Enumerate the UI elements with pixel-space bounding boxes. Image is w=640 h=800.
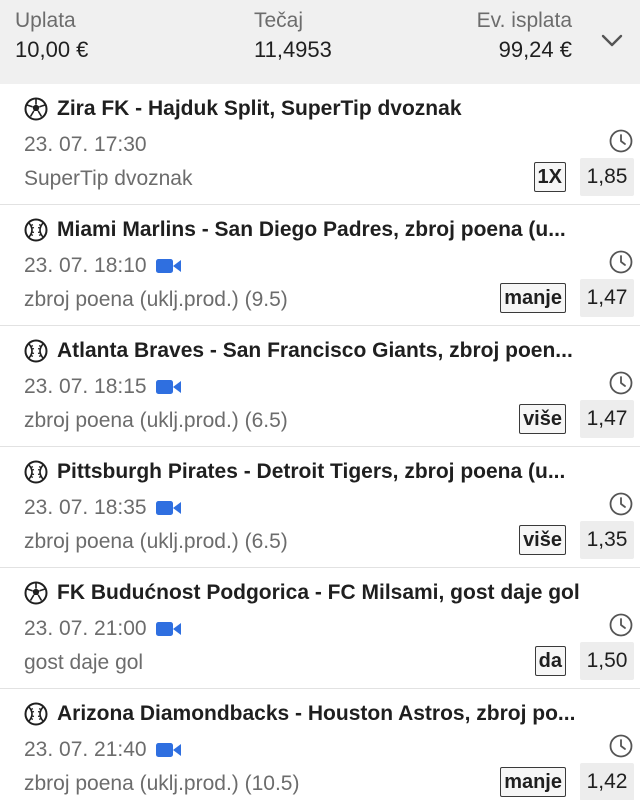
stake-value: 10,00 € <box>15 37 89 62</box>
total-odds-value: 11,4953 <box>254 37 332 62</box>
clock-icon <box>608 612 634 638</box>
odd-value: 1,85 <box>580 158 634 196</box>
odds-summary: Tečaj 11,4953 <box>254 8 332 66</box>
event-time-row: 23. 07. 21:40 <box>24 735 182 765</box>
video-camera-icon <box>155 619 182 639</box>
bet-row[interactable]: Zira FK - Hajduk Split, SuperTip dvoznak… <box>0 84 640 205</box>
video-camera-icon <box>155 377 182 397</box>
event-title: Miami Marlins - San Diego Padres, zbroj … <box>57 218 566 241</box>
soccer-ball-icon <box>24 97 48 121</box>
ticket-summary: Uplata 10,00 € Tečaj 11,4953 Ev. isplata… <box>0 0 640 84</box>
odds-label: Tečaj <box>254 9 304 32</box>
video-camera-icon <box>155 498 182 518</box>
bet-row[interactable]: Arizona Diamondbacks - Houston Astros, z… <box>0 689 640 800</box>
pick-badge: više <box>519 525 566 555</box>
pick-badge: manje <box>500 767 566 797</box>
market-name: zbroj poena (uklj.prod.) (6.5) <box>24 530 288 553</box>
market-name: SuperTip dvoznak <box>24 167 193 190</box>
odd-value: 1,47 <box>580 400 634 438</box>
bet-title-row: FK Budućnost Podgorica - FC Milsami, gos… <box>24 578 584 608</box>
clock-icon <box>608 733 634 759</box>
chevron-down-icon <box>601 34 623 47</box>
clock-icon <box>608 370 634 396</box>
clock-icon <box>608 249 634 275</box>
video-camera-icon <box>155 256 182 276</box>
event-time-row: 23. 07. 18:10 <box>24 251 182 281</box>
pick-badge: više <box>519 404 566 434</box>
event-time-row: 23. 07. 21:00 <box>24 614 182 644</box>
event-time: 23. 07. 21:00 <box>24 617 147 640</box>
bet-row[interactable]: Atlanta Braves - San Francisco Giants, z… <box>0 326 640 447</box>
event-title: Atlanta Braves - San Francisco Giants, z… <box>57 339 573 362</box>
bet-row[interactable]: FK Budućnost Podgorica - FC Milsami, gos… <box>0 568 640 689</box>
odd-value: 1,47 <box>580 279 634 317</box>
bet-title-row: Atlanta Braves - San Francisco Giants, z… <box>24 336 584 366</box>
baseball-icon <box>24 460 48 484</box>
event-time: 23. 07. 18:35 <box>24 496 147 519</box>
video-camera-icon <box>155 740 182 760</box>
event-time: 23. 07. 21:40 <box>24 738 147 761</box>
soccer-ball-icon <box>24 581 48 605</box>
event-title: Pittsburgh Pirates - Detroit Tigers, zbr… <box>57 460 566 483</box>
event-time-row: 23. 07. 18:35 <box>24 493 182 523</box>
bet-row[interactable]: Miami Marlins - San Diego Padres, zbroj … <box>0 205 640 326</box>
market-name: zbroj poena (uklj.prod.) (10.5) <box>24 772 300 795</box>
payout-summary: Ev. isplata 99,24 € <box>477 8 572 66</box>
clock-icon <box>608 491 634 517</box>
baseball-icon <box>24 218 48 242</box>
event-time-row: 23. 07. 18:15 <box>24 372 182 402</box>
market-name: gost daje gol <box>24 651 144 674</box>
bet-title-row: Miami Marlins - San Diego Padres, zbroj … <box>24 215 584 245</box>
event-time: 23. 07. 18:15 <box>24 375 147 398</box>
event-title: FK Budućnost Podgorica - FC Milsami, gos… <box>57 581 580 604</box>
pick-badge: da <box>534 646 566 676</box>
market-name: zbroj poena (uklj.prod.) (6.5) <box>24 409 288 432</box>
pick-badge: 1X <box>533 162 566 192</box>
bet-title-row: Pittsburgh Pirates - Detroit Tigers, zbr… <box>24 457 584 487</box>
bet-list: Zira FK - Hajduk Split, SuperTip dvoznak… <box>0 84 640 800</box>
event-title: Arizona Diamondbacks - Houston Astros, z… <box>57 702 576 725</box>
stake-label: Uplata <box>15 9 76 32</box>
collapse-button[interactable] <box>598 26 626 54</box>
odd-value: 1,50 <box>580 642 634 680</box>
baseball-icon <box>24 702 48 726</box>
market-name: zbroj poena (uklj.prod.) (9.5) <box>24 288 288 311</box>
bet-title-row: Arizona Diamondbacks - Houston Astros, z… <box>24 699 584 729</box>
payout-label: Ev. isplata <box>476 9 572 32</box>
payout-value: 99,24 € <box>498 37 572 62</box>
event-title: Zira FK - Hajduk Split, SuperTip dvoznak <box>57 97 462 120</box>
bet-row[interactable]: Pittsburgh Pirates - Detroit Tigers, zbr… <box>0 447 640 568</box>
event-time: 23. 07. 18:10 <box>24 254 147 277</box>
clock-icon <box>608 128 634 154</box>
bet-title-row: Zira FK - Hajduk Split, SuperTip dvoznak <box>24 94 584 124</box>
pick-badge: manje <box>500 283 566 313</box>
event-time: 23. 07. 17:30 <box>24 133 147 156</box>
odd-value: 1,42 <box>580 763 634 800</box>
event-time-row: 23. 07. 17:30 <box>24 130 147 160</box>
baseball-icon <box>24 339 48 363</box>
stake-summary: Uplata 10,00 € <box>15 8 88 66</box>
odd-value: 1,35 <box>580 521 634 559</box>
